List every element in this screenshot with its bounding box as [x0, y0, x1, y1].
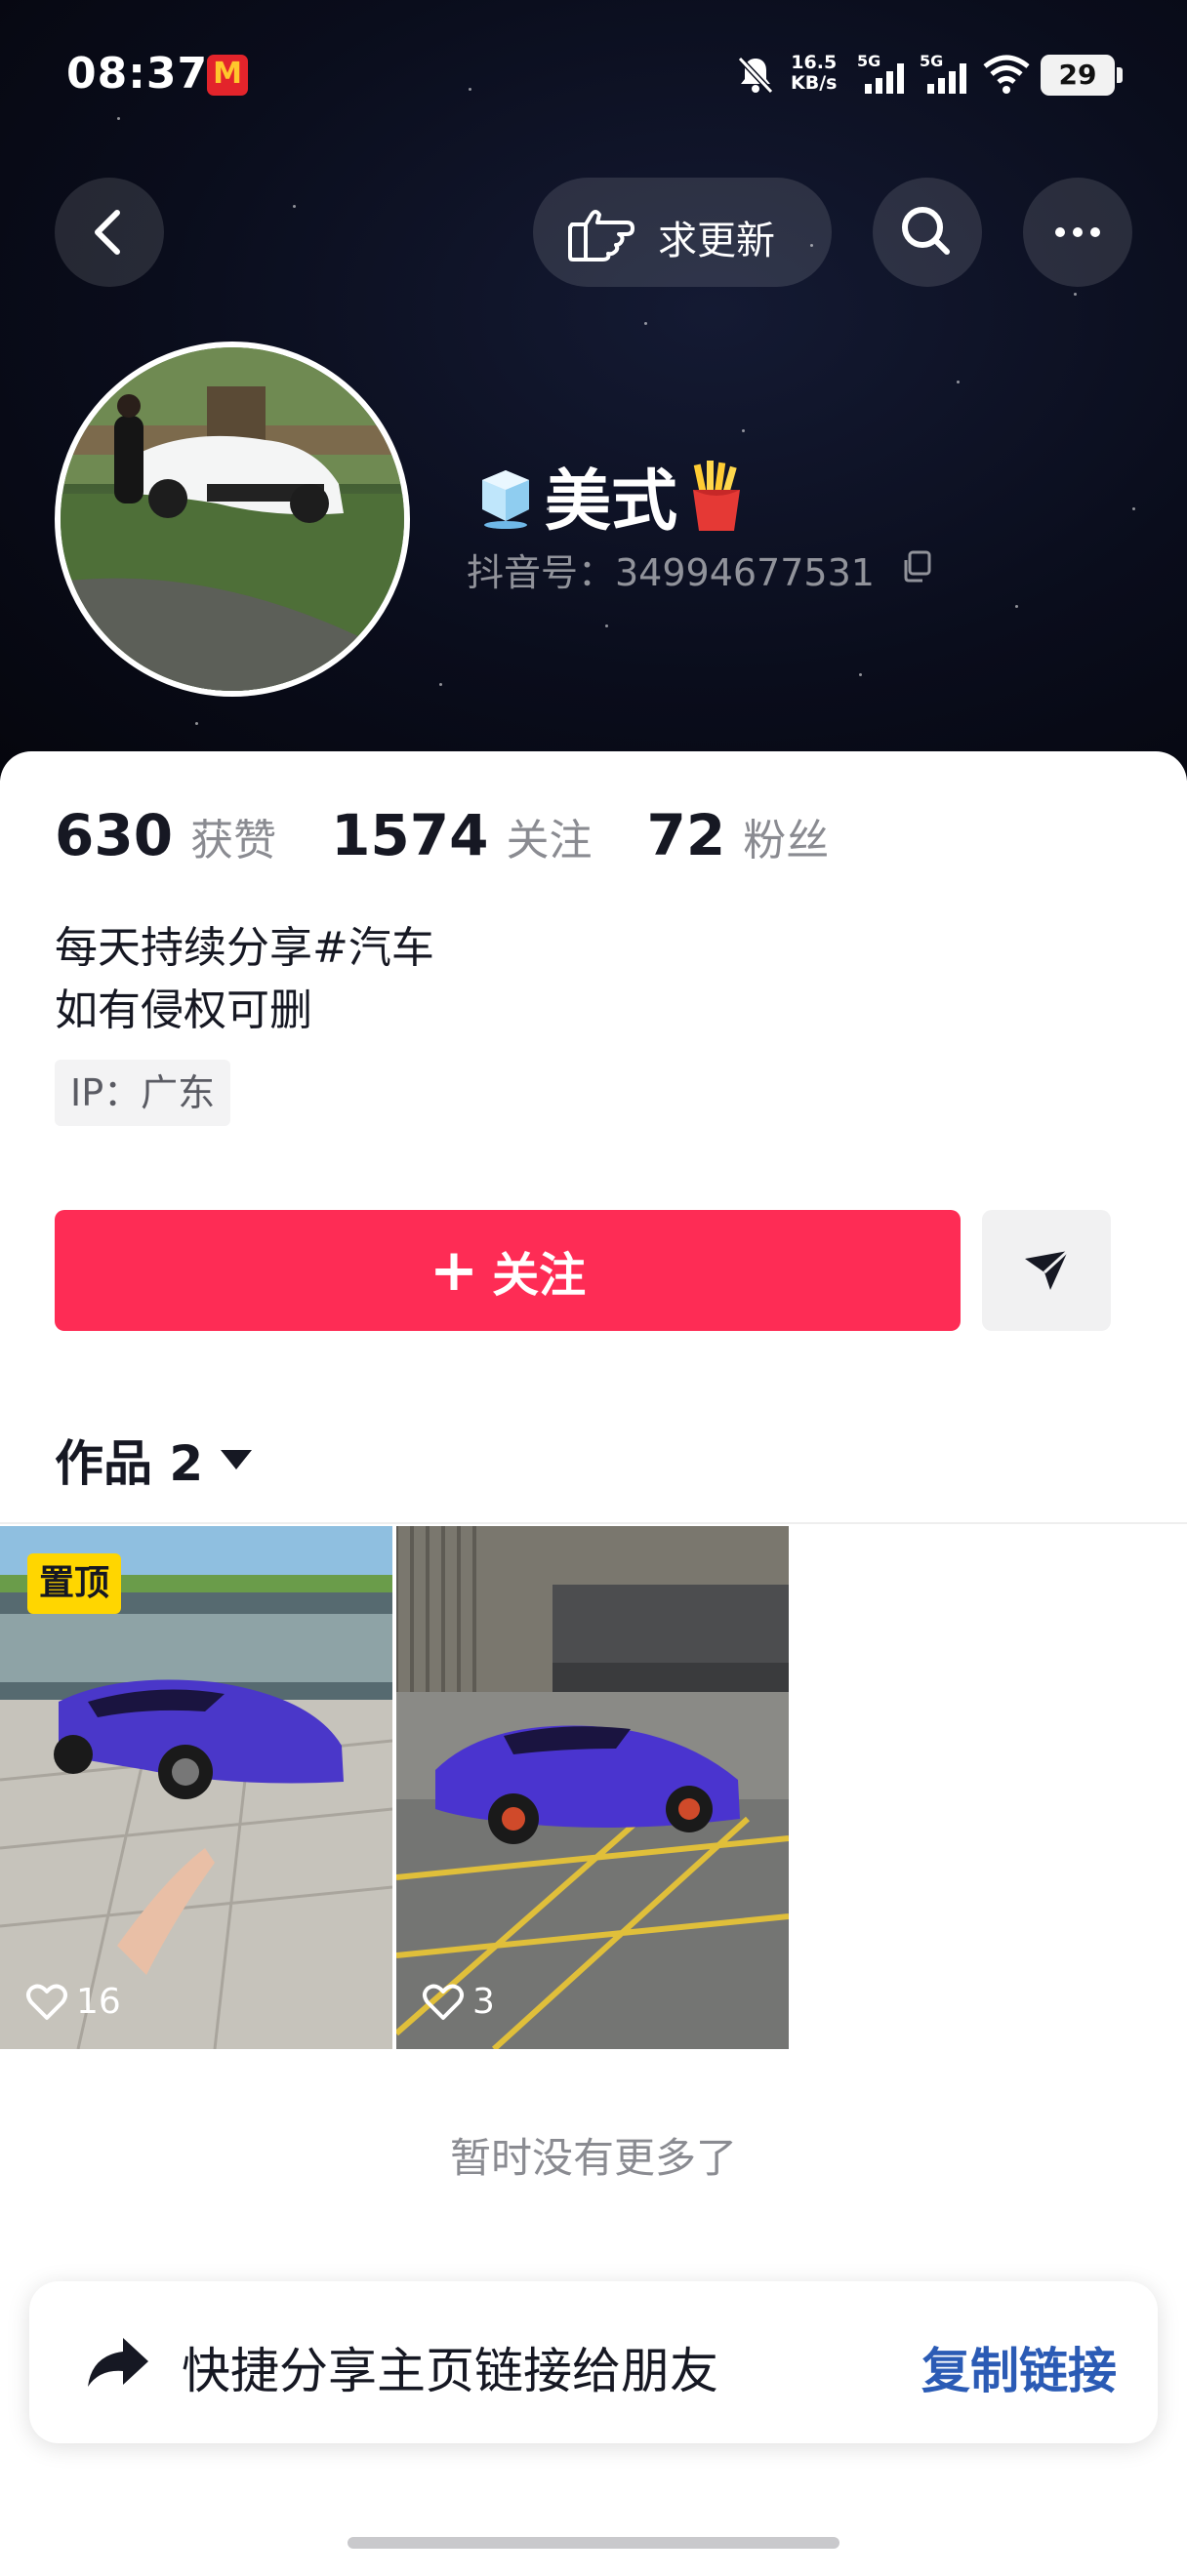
bell-muted-icon: [737, 56, 774, 95]
paper-plane-icon: [1025, 1249, 1070, 1290]
stat-label: 获赞: [190, 816, 277, 865]
french-fries-icon: [693, 460, 741, 531]
plus-icon: +: [429, 1236, 479, 1305]
stat-followers[interactable]: 72 粉丝: [647, 802, 830, 868]
bio: 每天持续分享#汽车 如有侵权可删: [55, 917, 434, 1042]
stat-value: 72: [646, 802, 726, 868]
status-time: 08:37: [66, 49, 209, 99]
bio-line: 每天持续分享#汽车: [55, 923, 434, 973]
pinned-badge: 置顶: [27, 1553, 122, 1614]
avatar-photo: [61, 347, 404, 691]
search-button[interactable]: [873, 178, 982, 287]
status-bar: 08:37 16.5 KB/s 5G 5G 29: [0, 0, 1187, 146]
wifi-icon: [983, 55, 1030, 94]
follow-button[interactable]: + 关注: [55, 1210, 961, 1331]
send-message-button[interactable]: [982, 1210, 1111, 1331]
stat-label: 关注: [506, 816, 593, 865]
network-speed: 16.5 KB/s: [791, 53, 837, 94]
share-banner-text: 快捷分享主页链接给朋友: [182, 2343, 718, 2399]
works-tab-label: 作品 2: [55, 1435, 204, 1492]
stat-label: 粉丝: [743, 816, 830, 865]
ice-cube-icon: [482, 469, 529, 529]
profile-stats: 630 获赞 1574 关注 72 粉丝: [55, 802, 883, 870]
video-thumbnail[interactable]: 置顶 16: [0, 1526, 392, 2049]
tab-works[interactable]: 作品 2: [55, 1425, 253, 1495]
pointing-hand-icon: [568, 210, 634, 262]
net-speed-value: 16.5: [791, 52, 838, 73]
request-update-label: 求更新: [658, 219, 775, 263]
search-icon: [902, 207, 950, 255]
divider: [0, 1522, 1187, 1524]
mcdonalds-app-icon: [207, 55, 248, 96]
end-of-list-text: 暂时没有更多了: [449, 2134, 737, 2182]
display-name: 美式: [467, 447, 756, 543]
video-likes: 16: [25, 1982, 121, 2022]
more-options-button[interactable]: [1023, 178, 1132, 287]
heart-icon: [423, 1984, 464, 2020]
stat-value: 1574: [331, 802, 489, 868]
net-speed-unit: KB/s: [791, 72, 838, 94]
sim2-label: 5G: [920, 52, 943, 70]
share-profile-banner: 快捷分享主页链接给朋友 复制链接: [29, 2281, 1158, 2443]
more-dots-icon: [1055, 227, 1100, 237]
stat-likes[interactable]: 630 获赞: [55, 802, 276, 868]
caret-down-icon: [221, 1450, 253, 1469]
home-indicator[interactable]: [348, 2537, 839, 2549]
likes-count: 16: [76, 1982, 121, 2022]
signal-5g-icon: 5G: [920, 52, 966, 94]
ip-location-tag: IP：广东: [55, 1060, 231, 1126]
stat-following[interactable]: 1574 关注: [331, 802, 592, 868]
share-arrow-icon: [88, 2338, 148, 2387]
likes-count: 3: [472, 1982, 495, 2022]
signal-5g-icon: 5G: [857, 52, 904, 94]
copy-link-button[interactable]: 复制链接: [921, 2332, 1117, 2402]
user-id: 抖音号：34994677531: [467, 551, 875, 594]
heart-icon: [26, 1984, 67, 2020]
stat-value: 630: [55, 802, 174, 868]
display-name-text: 美式: [545, 463, 678, 541]
video-thumbnail[interactable]: 3: [396, 1526, 789, 2049]
back-button[interactable]: [55, 178, 164, 287]
copy-icon[interactable]: [898, 548, 935, 585]
follow-label: 关注: [492, 1248, 587, 1303]
request-update-button[interactable]: 求更新: [533, 178, 832, 287]
video-thumbnail-image: [396, 1526, 789, 2049]
bio-line: 如有侵权可删: [55, 986, 312, 1035]
battery-indicator: 29: [1041, 55, 1123, 96]
chevron-left-icon: [95, 210, 120, 255]
sim1-label: 5G: [857, 52, 880, 70]
avatar[interactable]: [55, 342, 410, 697]
video-likes: 3: [422, 1982, 495, 2022]
